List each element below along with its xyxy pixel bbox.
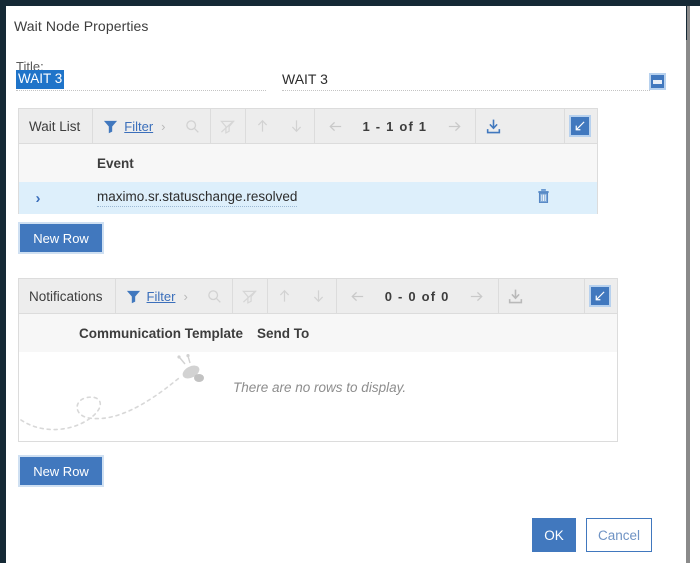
wait-list-move-down-icon[interactable] (280, 108, 314, 144)
wait-list-title: Wait List (29, 118, 81, 134)
row-expand-icon[interactable]: › (19, 190, 57, 207)
title-secondary-underline (282, 90, 650, 91)
chevron-right-icon[interactable]: › (181, 289, 189, 304)
arrow-right-icon (448, 121, 461, 131)
wait-list-pager: 1 - 1 of 1 (315, 108, 476, 144)
title-field-value[interactable]: WAIT 3 (16, 70, 65, 89)
download-icon (508, 289, 523, 303)
wait-list-filter-group[interactable]: Filter › (93, 108, 175, 144)
notifications-toolbar: Notifications Filter › 0 - 0 of 0 (18, 278, 618, 314)
clear-filter-icon (242, 289, 258, 304)
arrow-left-icon (351, 291, 364, 301)
arrow-right-icon (470, 291, 483, 301)
bee-illustration (20, 354, 204, 431)
notifications-search-icon[interactable] (198, 278, 232, 314)
search-icon (208, 289, 222, 303)
wait-list-next-page-icon[interactable] (437, 108, 471, 144)
wait-list-search-icon[interactable] (176, 108, 210, 144)
notifications-prev-page-icon[interactable] (341, 278, 375, 314)
arrow-down-icon (314, 290, 324, 303)
filter-icon (126, 290, 140, 303)
wait-list-table: Wait List Filter › 1 - 1 of 1 Event › ma… (18, 108, 598, 214)
wait-list-toolbar: Wait List Filter › 1 - 1 of 1 (18, 108, 598, 144)
notifications-table: Notifications Filter › 0 - 0 of 0 Commun… (18, 278, 618, 442)
table-row[interactable]: › maximo.sr.statuschange.resolved (18, 182, 598, 214)
divider (564, 108, 565, 144)
notifications-pager-count: 0 - 0 of 0 (384, 288, 450, 304)
arrow-left-icon (329, 121, 342, 131)
notifications-empty-state: There are no rows to display. (18, 352, 618, 442)
divider (584, 278, 585, 314)
wait-list-new-row-button[interactable]: New Row (18, 222, 104, 254)
wait-list-column-event[interactable]: Event (97, 156, 134, 171)
row-delete-icon[interactable] (536, 188, 551, 208)
trash-icon (538, 189, 549, 203)
notifications-column-send-to[interactable]: Send To (257, 326, 309, 341)
notifications-header-row: Communication Template Send To (18, 314, 618, 352)
arrow-down-icon (291, 120, 302, 133)
notifications-download-icon[interactable] (499, 278, 533, 314)
notifications-move-up-icon[interactable] (268, 278, 302, 314)
notifications-filter-link[interactable]: Filter (147, 289, 176, 304)
wait-node-properties-dialog: Wait Node Properties Title: WAIT 3 WAIT … (6, 6, 686, 563)
notifications-collapse-icon[interactable] (589, 285, 611, 307)
notifications-title: Notifications (29, 288, 103, 304)
dialog-footer: OK Cancel (532, 518, 652, 552)
arrow-up-icon (280, 289, 290, 302)
notifications-move-down-icon[interactable] (302, 278, 336, 314)
wait-list-filter-link[interactable]: Filter (124, 119, 153, 134)
wait-list-pager-count: 1 - 1 of 1 (362, 118, 428, 134)
download-icon (486, 119, 500, 133)
notifications-clear-filter-icon[interactable] (233, 278, 267, 314)
collapse-icon (575, 121, 585, 131)
page-title: Wait Node Properties (14, 18, 149, 34)
notifications-pager: 0 - 0 of 0 (337, 278, 498, 314)
notifications-next-page-icon[interactable] (460, 278, 494, 314)
notifications-empty-message: There are no rows to display. (233, 380, 407, 395)
notifications-new-row-button[interactable]: New Row (18, 455, 104, 487)
filter-icon (104, 120, 118, 133)
chevron-right-icon[interactable]: › (159, 119, 167, 134)
window-chrome-right-edge (690, 6, 700, 563)
detail-menu-icon[interactable] (649, 73, 666, 90)
detail-menu-glyph (651, 75, 664, 88)
wait-list-move-up-icon[interactable] (246, 108, 280, 144)
wait-list-clear-filter-icon[interactable] (211, 108, 245, 144)
arrow-up-icon (257, 119, 268, 132)
row-event-value[interactable]: maximo.sr.statuschange.resolved (97, 189, 298, 207)
search-icon (186, 119, 199, 133)
wait-list-collapse-icon[interactable] (569, 115, 591, 137)
notifications-column-communication-template[interactable]: Communication Template (79, 326, 243, 341)
wait-list-download-icon[interactable] (476, 108, 510, 144)
wait-list-header-row: Event (18, 144, 598, 182)
title-field-underline (16, 90, 266, 91)
wait-list-prev-page-icon[interactable] (319, 108, 353, 144)
title-secondary-value[interactable]: WAIT 3 (282, 70, 328, 88)
ok-button[interactable]: OK (532, 518, 576, 552)
notifications-filter-group[interactable]: Filter › (116, 278, 198, 314)
clear-filter-icon (220, 119, 235, 134)
cancel-button[interactable]: Cancel (586, 518, 652, 552)
collapse-icon (595, 291, 605, 301)
